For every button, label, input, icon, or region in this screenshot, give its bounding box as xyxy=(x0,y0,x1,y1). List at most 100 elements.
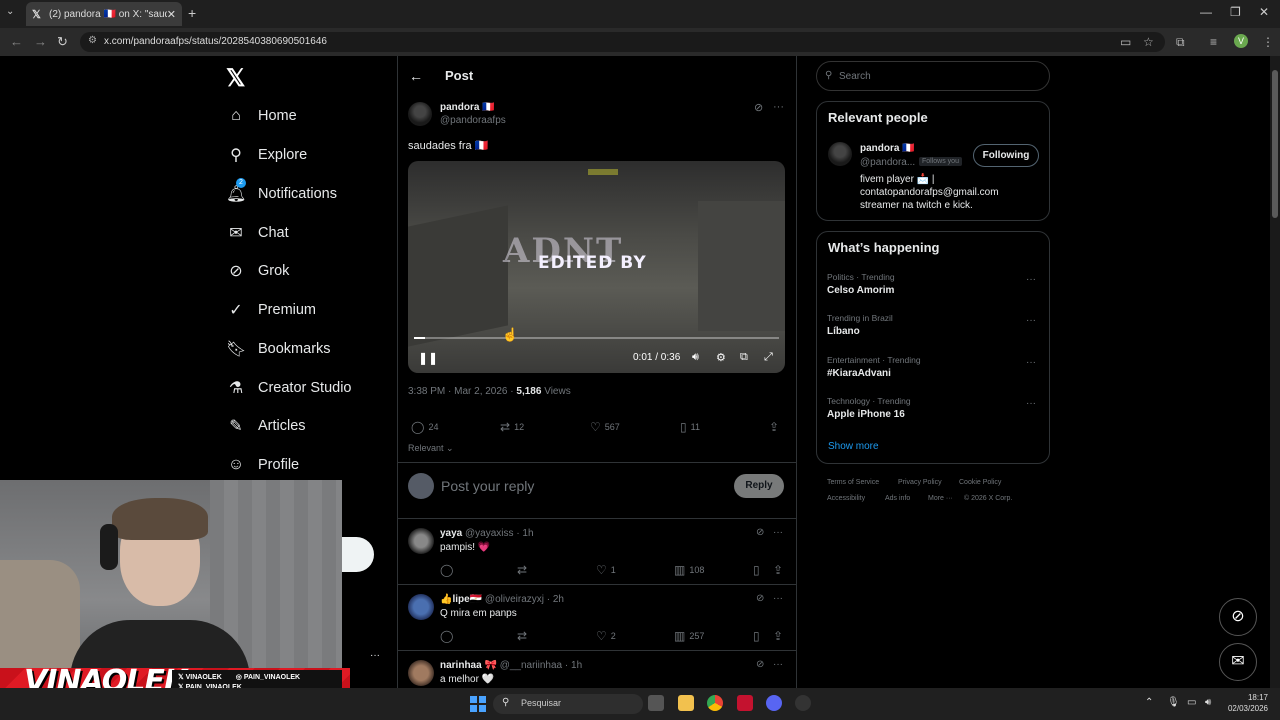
more-icon[interactable]: ··· xyxy=(773,659,783,670)
reply-comment-action[interactable]: ◯ xyxy=(440,563,453,577)
reply-like-action[interactable]: ♡ 2 xyxy=(596,629,616,643)
show-more-link[interactable]: Show more xyxy=(828,441,879,452)
network-icon[interactable]: ▭ xyxy=(1187,697,1196,708)
tray-chevron-icon[interactable]: ⌃ xyxy=(1145,697,1153,708)
reply-bookmark-action[interactable]: ▯ xyxy=(753,629,760,643)
relevant-name[interactable]: pandora 🇫🇷 xyxy=(860,143,915,154)
relevant-avatar[interactable] xyxy=(828,142,852,166)
reply-like-action[interactable]: ♡ 1 xyxy=(596,563,616,577)
reply-share-action[interactable]: ⇪ xyxy=(773,629,783,643)
chrome-icon[interactable] xyxy=(707,695,723,711)
reply-action[interactable]: ◯ 24 xyxy=(411,420,438,434)
reply-handle[interactable]: @__nariinhaa xyxy=(500,660,562,671)
reply-author[interactable]: 👍lipe🇪🇬 xyxy=(440,594,482,605)
more-icon[interactable]: ··· xyxy=(1026,398,1036,409)
cast-icon[interactable]: ▭ xyxy=(1120,35,1131,49)
more-icon[interactable]: ··· xyxy=(1026,274,1036,285)
following-button[interactable]: Following xyxy=(973,144,1039,167)
nav-profile[interactable]: ☺ Profile xyxy=(226,450,299,480)
reply-handle[interactable]: @oliveirazyxj xyxy=(485,594,544,605)
close-icon[interactable]: ✕ xyxy=(167,8,176,21)
tab-search-icon[interactable]: ⌄ xyxy=(6,6,14,17)
reload-icon[interactable]: ↻ xyxy=(57,34,68,50)
bookmark-action[interactable]: ▯ 11 xyxy=(680,420,700,434)
reply-repost-action[interactable]: ⇄ xyxy=(517,629,527,643)
adobe-icon[interactable] xyxy=(737,695,753,711)
reply-views-action[interactable]: ▥ 257 xyxy=(674,629,704,643)
relevant-handle[interactable]: @pandora... xyxy=(860,157,915,168)
account-more-icon[interactable]: ··· xyxy=(370,650,380,661)
more-icon[interactable]: ··· xyxy=(773,101,784,113)
my-avatar[interactable] xyxy=(408,473,434,499)
footer-link[interactable]: Terms of Service xyxy=(827,479,879,486)
nav-creator-studio[interactable]: ⚗ Creator Studio xyxy=(226,373,352,403)
taskbar-search[interactable]: ⚲ Pesquisar xyxy=(493,694,643,714)
microphone-icon[interactable]: 🎙︎ xyxy=(1167,697,1180,708)
nav-chat[interactable]: ✉ Chat xyxy=(226,218,288,248)
trend-name[interactable]: Apple iPhone 16 xyxy=(827,409,905,420)
author-handle[interactable]: @pandoraafps xyxy=(440,115,506,126)
volume-icon[interactable]: 🔊︎ xyxy=(1205,697,1211,708)
window-close-icon[interactable]: ✕ xyxy=(1259,5,1269,19)
back-arrow-icon[interactable]: ← xyxy=(409,68,423,84)
more-icon[interactable]: ··· xyxy=(1026,357,1036,368)
scrollbar-thumb[interactable] xyxy=(1272,70,1278,218)
pip-icon[interactable]: ⧉ xyxy=(740,351,748,364)
back-icon[interactable]: ← xyxy=(10,34,23,49)
system-clock[interactable]: 18:17 02/03/2026 xyxy=(1222,692,1268,714)
sort-dropdown[interactable]: Relevant ⌄ xyxy=(408,443,454,454)
file-explorer-icon[interactable] xyxy=(678,695,694,711)
reply-share-action[interactable]: ⇪ xyxy=(773,563,783,577)
reply-input[interactable]: Post your reply xyxy=(441,478,534,494)
app-icon[interactable] xyxy=(795,695,811,711)
nav-notifications[interactable]: 🔔︎ 2 Notifications xyxy=(226,178,337,209)
grok-icon[interactable]: ⊘ xyxy=(756,593,764,604)
windows-start-icon[interactable] xyxy=(470,696,486,712)
video-progress-track[interactable] xyxy=(414,337,779,339)
reply-comment-action[interactable]: ◯ xyxy=(440,629,453,643)
repost-action[interactable]: ⇄ 12 xyxy=(500,420,524,434)
grok-float-button[interactable]: ⊘ xyxy=(1219,598,1257,636)
like-action[interactable]: ♡ 567 xyxy=(590,420,620,434)
nav-premium[interactable]: ✓ Premium xyxy=(226,295,316,325)
nav-home[interactable]: ⌂ Home xyxy=(226,101,297,131)
new-tab-icon[interactable]: + xyxy=(188,5,196,21)
trend-name[interactable]: Líbano xyxy=(827,326,860,337)
search-input[interactable]: ⚲ Search xyxy=(816,61,1050,91)
footer-link[interactable]: Ads info xyxy=(885,495,910,502)
url-field[interactable]: ⚙ x.com/pandoraafps/status/2028540380690… xyxy=(80,32,1165,52)
footer-link[interactable]: Privacy Policy xyxy=(898,479,942,486)
reply-author[interactable]: narinhaa 🎀 xyxy=(440,660,497,671)
grok-icon[interactable]: ⊘ xyxy=(756,527,764,538)
restore-icon[interactable]: ❐ xyxy=(1230,5,1241,19)
share-action[interactable]: ⇪ xyxy=(769,420,779,434)
browser-tab[interactable]: 𝕏 (2) pandora 🇫🇷 on X: "saudades ✕ xyxy=(26,2,182,26)
reading-list-icon[interactable]: ≡ xyxy=(1210,35,1217,49)
star-icon[interactable]: ☆ xyxy=(1143,35,1154,49)
site-info-icon[interactable]: ⚙ xyxy=(88,35,97,46)
browser-menu-icon[interactable]: ⋮ xyxy=(1262,35,1274,49)
footer-link[interactable]: More ··· xyxy=(928,495,953,502)
grok-icon[interactable]: ⊘ xyxy=(754,101,763,114)
minimize-icon[interactable]: — xyxy=(1200,5,1212,19)
nav-articles[interactable]: ✎ Articles xyxy=(226,411,305,441)
reply-views-action[interactable]: ▥ 108 xyxy=(674,563,704,577)
nav-bookmarks[interactable]: 🔖︎ Bookmarks xyxy=(226,334,331,364)
x-logo-icon[interactable]: 𝕏 xyxy=(226,64,245,93)
nav-grok[interactable]: ⊘ Grok xyxy=(226,256,289,286)
discord-icon[interactable] xyxy=(766,695,782,711)
footer-link[interactable]: Accessibility xyxy=(827,495,865,502)
nav-explore[interactable]: ⚲ Explore xyxy=(226,140,307,170)
reply-avatar[interactable] xyxy=(408,528,434,554)
more-icon[interactable]: ··· xyxy=(773,593,783,604)
reply-button[interactable]: Reply xyxy=(734,474,784,498)
browser-profile-avatar[interactable]: V xyxy=(1234,34,1248,48)
reply-bookmark-action[interactable]: ▯ xyxy=(753,563,760,577)
trend-name[interactable]: #KiaraAdvani xyxy=(827,368,891,379)
extensions-icon[interactable]: ⧉ xyxy=(1176,35,1185,50)
reply-avatar[interactable] xyxy=(408,594,434,620)
messages-float-button[interactable]: ✉ xyxy=(1219,643,1257,681)
more-icon[interactable]: ··· xyxy=(1026,315,1036,326)
pause-icon[interactable]: ❚❚ xyxy=(418,351,438,365)
footer-link[interactable]: Cookie Policy xyxy=(959,479,1001,486)
